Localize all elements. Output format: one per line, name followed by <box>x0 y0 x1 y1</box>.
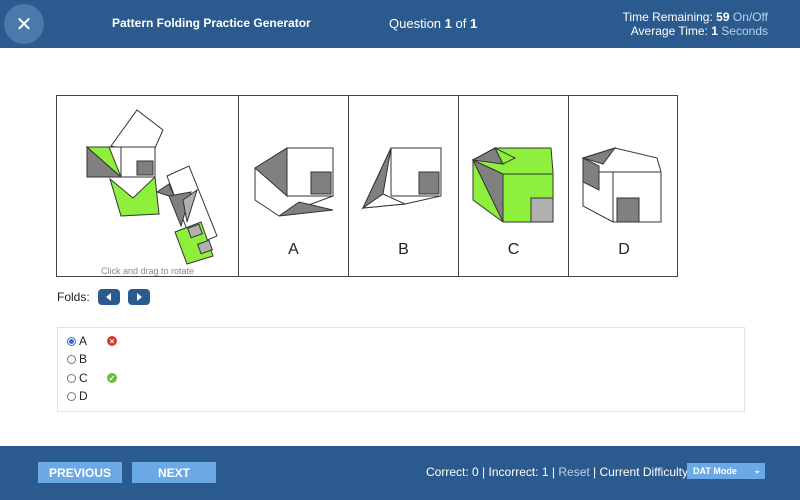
difficulty-label: Current Difficulty: <box>599 465 692 479</box>
answer-label-a: A <box>79 334 88 348</box>
answer-option-d[interactable]: D <box>67 388 88 404</box>
pattern-net-figure[interactable] <box>57 96 239 278</box>
option-c-label: C <box>507 241 520 258</box>
option-a-label: A <box>288 241 299 258</box>
next-button[interactable]: NEXT <box>132 462 216 483</box>
app-title: Pattern Folding Practice Generator <box>112 16 311 30</box>
radio-c[interactable] <box>67 373 76 383</box>
option-panel-b[interactable]: B <box>349 96 459 276</box>
incorrect-label: Incorrect: <box>488 465 539 479</box>
answer-label-d: D <box>79 389 88 403</box>
folds-label: Folds: <box>57 290 90 304</box>
bottom-bar: PREVIOUS NEXT Correct: 0 | Incorrect: 1 … <box>0 446 800 500</box>
reset-link[interactable]: Reset <box>558 465 589 479</box>
answer-choices: A × B C ✓ D <box>57 327 745 412</box>
close-icon: ✕ <box>15 13 33 36</box>
chevron-down-icon: ⌄ <box>753 465 761 475</box>
option-b-figure <box>361 147 442 210</box>
timer-toggle-link[interactable]: On/Off <box>733 10 768 24</box>
difficulty-select[interactable]: DAT Mode ⌄ <box>687 463 765 479</box>
difficulty-value: DAT Mode <box>693 466 737 476</box>
time-remaining-value: 59 <box>716 10 730 24</box>
option-a-figure <box>254 147 334 217</box>
answer-option-c[interactable]: C ✓ <box>67 370 117 386</box>
fold-next-button[interactable] <box>127 289 150 305</box>
pattern-net-panel[interactable]: Click and drag to rotate <box>57 96 239 276</box>
caret-left-icon <box>105 293 111 301</box>
option-panel-c[interactable]: C <box>459 96 569 276</box>
close-button[interactable]: ✕ <box>4 4 44 44</box>
radio-d[interactable] <box>67 391 76 401</box>
radio-a[interactable] <box>67 336 76 346</box>
time-remaining-label: Time Remaining: <box>622 10 713 24</box>
average-time-value: 1 <box>711 24 718 38</box>
top-bar: ✕ Pattern Folding Practice Generator Que… <box>0 0 800 48</box>
average-time-label: Average Time: <box>630 24 708 38</box>
caret-right-icon <box>136 293 142 301</box>
option-panel-a[interactable]: A <box>239 96 349 276</box>
answer-option-b[interactable]: B <box>67 351 87 367</box>
option-b-label: B <box>398 241 409 258</box>
correct-icon: ✓ <box>107 373 117 383</box>
option-d-figure <box>581 147 662 223</box>
answer-label-c: C <box>79 371 88 385</box>
score-summary: Correct: 0 | Incorrect: 1 | Reset | Curr… <box>426 465 692 479</box>
radio-b[interactable] <box>67 354 76 364</box>
average-time-unit: Seconds <box>721 24 768 38</box>
previous-button[interactable]: PREVIOUS <box>38 462 122 483</box>
option-panel-d[interactable]: D <box>569 96 679 276</box>
option-d-label: D <box>618 241 630 258</box>
folds-control: Folds: <box>57 289 150 305</box>
correct-label: Correct: <box>426 465 469 479</box>
fold-previous-button[interactable] <box>97 289 120 305</box>
timer-panel: Time Remaining: 59 On/Off Average Time: … <box>623 10 768 38</box>
incorrect-value: 1 <box>541 465 549 479</box>
question-counter: Question 1 of 1 <box>389 16 478 31</box>
figure-strip: Click and drag to rotate A B C D <box>56 95 678 277</box>
incorrect-icon: × <box>107 336 117 346</box>
answer-option-a[interactable]: A × <box>67 333 117 349</box>
answer-label-b: B <box>79 352 88 366</box>
correct-value: 0 <box>472 465 479 479</box>
rotate-hint: Click and drag to rotate <box>100 266 195 276</box>
option-c-figure <box>471 146 554 223</box>
